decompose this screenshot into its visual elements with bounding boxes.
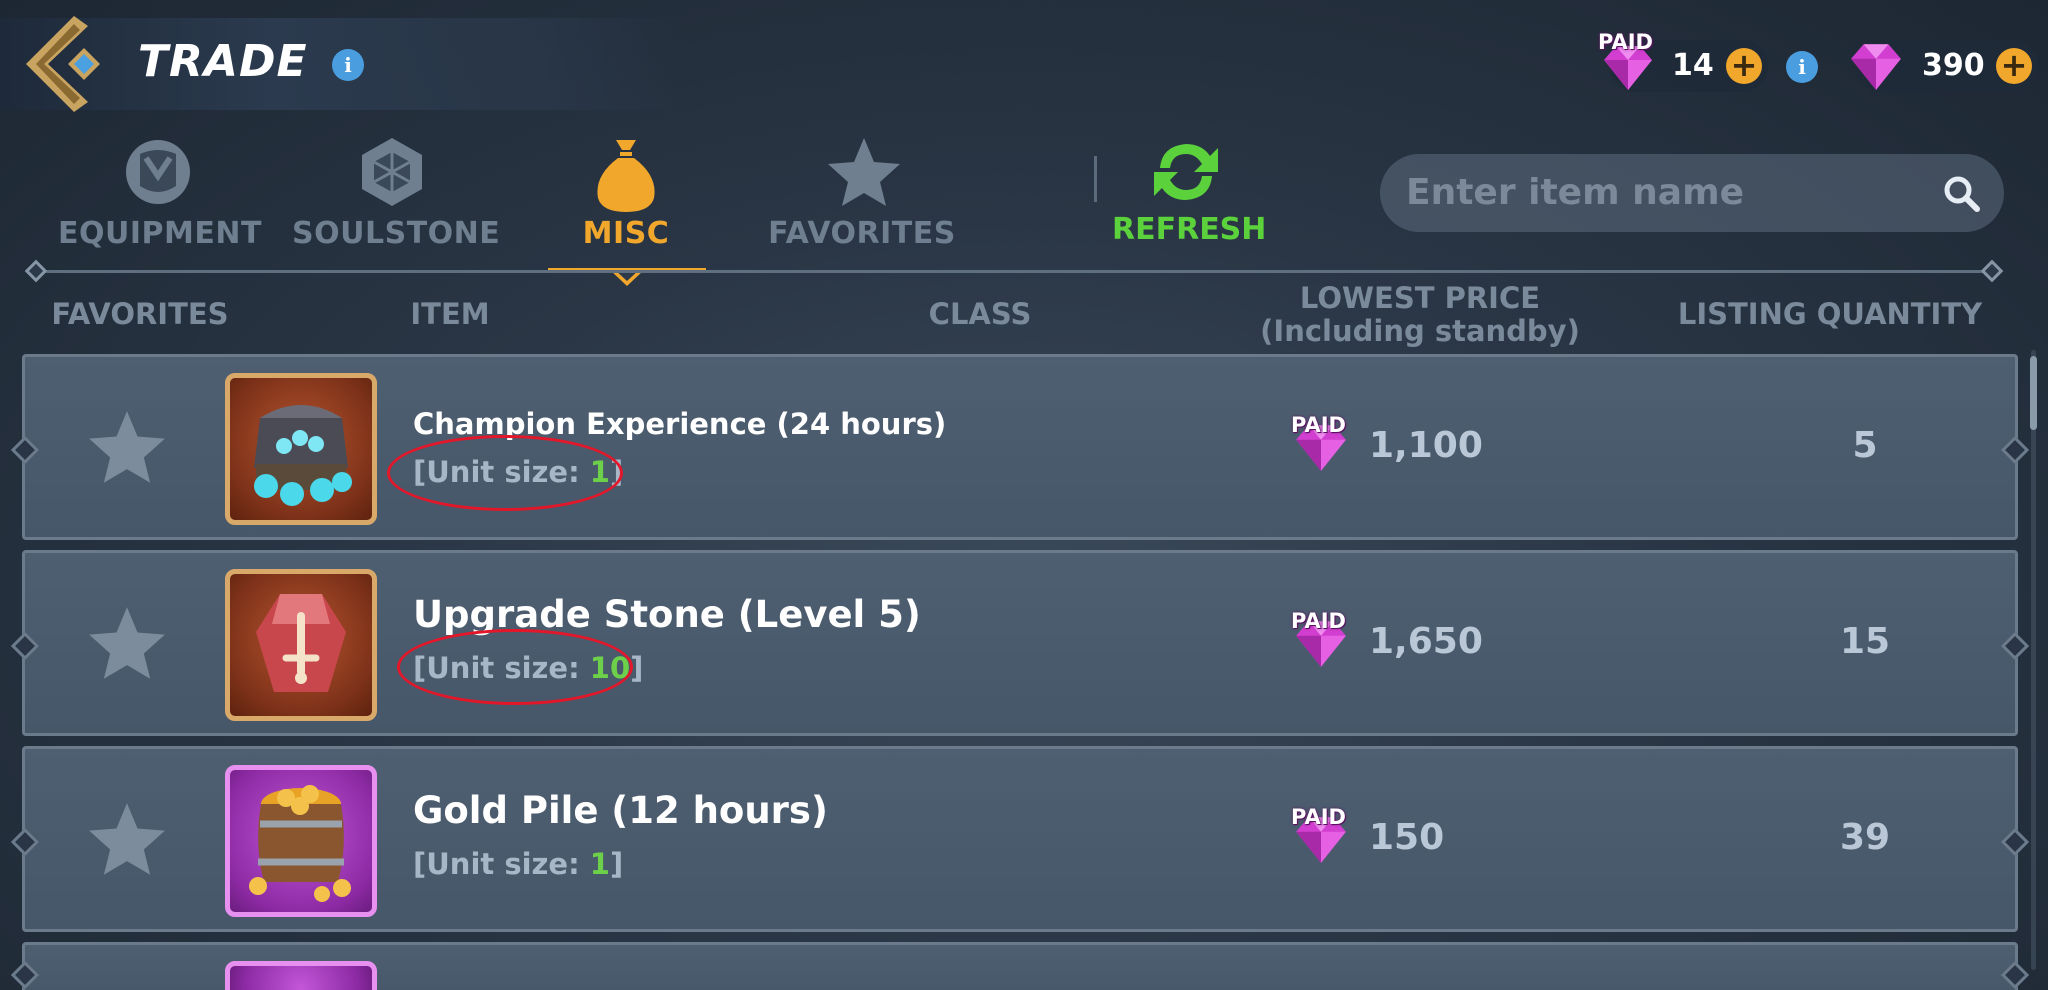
paid-tag: PAID <box>1291 413 1346 437</box>
armor-icon <box>126 140 190 204</box>
add-paid-currency-button[interactable]: + <box>1726 48 1762 84</box>
back-arrow-icon <box>26 16 100 112</box>
xp-chest-icon <box>225 373 377 525</box>
tab-divider-line <box>30 270 1996 273</box>
favorite-star-icon[interactable] <box>87 605 167 681</box>
refresh-button[interactable]: REFRESH <box>1112 134 1267 254</box>
table-row[interactable]: Champion Experience (24 hours) [Unit siz… <box>22 354 2018 540</box>
tab-label: MISC <box>582 216 670 251</box>
item-price: 1,650 <box>1369 621 1483 662</box>
unit-size-value: 1 <box>589 847 610 881</box>
unit-size-prefix: [Unit size: <box>413 847 590 881</box>
scrollbar-thumb[interactable] <box>2030 356 2037 430</box>
divider-ornament <box>1980 259 2004 283</box>
search-placeholder: Enter item name <box>1406 172 1744 213</box>
page-title: TRADE <box>138 36 308 87</box>
item-icon <box>225 961 377 990</box>
tab-divider <box>1094 156 1097 202</box>
column-header-listing-quantity: LISTING QUANTITY <box>1677 297 1983 331</box>
unit-size: [Unit size: 1] <box>413 847 623 881</box>
divider-ornament <box>24 259 48 283</box>
table-row[interactable]: Gold Pile (12 hours) [Unit size: 1] PAID… <box>22 746 2018 932</box>
annotation-circle <box>397 629 633 705</box>
favorite-star-icon[interactable] <box>87 409 167 485</box>
gem-icon <box>1851 44 1901 90</box>
column-header-lowest-price-line2: (Including standby) <box>1260 314 1580 348</box>
refresh-icon <box>1154 144 1218 200</box>
listing-quantity: 5 <box>1852 425 1878 466</box>
tab-soulstone[interactable]: SOULSTONE <box>292 130 501 251</box>
add-gem-currency-button[interactable]: + <box>1996 48 2032 84</box>
column-header-lowest-price: LOWEST PRICE (Including standby) <box>1240 282 1600 348</box>
tab-label: EQUIPMENT <box>58 216 262 251</box>
paid-tag: PAID <box>1291 805 1346 829</box>
column-header-lowest-price-line1: LOWEST PRICE <box>1299 281 1541 315</box>
back-button[interactable] <box>26 16 110 116</box>
gold-barrel-icon <box>225 765 377 917</box>
column-header-favorites: FAVORITES <box>51 297 229 331</box>
listing-quantity: 39 <box>1839 817 1891 858</box>
search-input[interactable]: Enter item name <box>1380 154 2004 232</box>
column-header-item: ITEM <box>410 297 490 331</box>
table-row[interactable] <box>22 942 2018 990</box>
table-row[interactable]: Upgrade Stone (Level 5) [Unit size: 10] … <box>22 550 2018 736</box>
money-bag-icon <box>597 140 655 212</box>
star-icon <box>828 138 900 206</box>
tab-equipment[interactable]: EQUIPMENT <box>58 130 262 251</box>
refresh-label: REFRESH <box>1112 212 1267 247</box>
info-icon[interactable]: i <box>332 49 364 81</box>
paid-tag: PAID <box>1291 609 1346 633</box>
column-header-class: CLASS <box>928 297 1032 331</box>
paid-currency-value: 14 <box>1672 48 1714 83</box>
tab-favorites[interactable]: FAVORITES <box>762 130 962 251</box>
item-price: 1,100 <box>1369 425 1483 466</box>
listing-quantity: 15 <box>1839 621 1891 662</box>
item-price: 150 <box>1369 817 1445 858</box>
unit-size-suffix: ] <box>609 847 624 881</box>
tab-misc[interactable]: MISC <box>526 130 726 251</box>
tab-label: SOULSTONE <box>292 216 501 251</box>
gem-currency-value: 390 <box>1922 48 1985 83</box>
soulstone-icon <box>362 138 422 206</box>
search-icon[interactable] <box>1942 174 1982 214</box>
tab-label: FAVORITES <box>768 216 956 251</box>
currency-info-icon[interactable]: i <box>1786 51 1818 83</box>
upgrade-stone-icon <box>225 569 377 721</box>
favorite-star-icon[interactable] <box>87 801 167 877</box>
annotation-circle <box>387 435 623 511</box>
paid-tag: PAID <box>1598 30 1653 54</box>
scrollbar-track[interactable] <box>2031 350 2036 970</box>
item-name: Gold Pile (12 hours) <box>413 789 828 832</box>
